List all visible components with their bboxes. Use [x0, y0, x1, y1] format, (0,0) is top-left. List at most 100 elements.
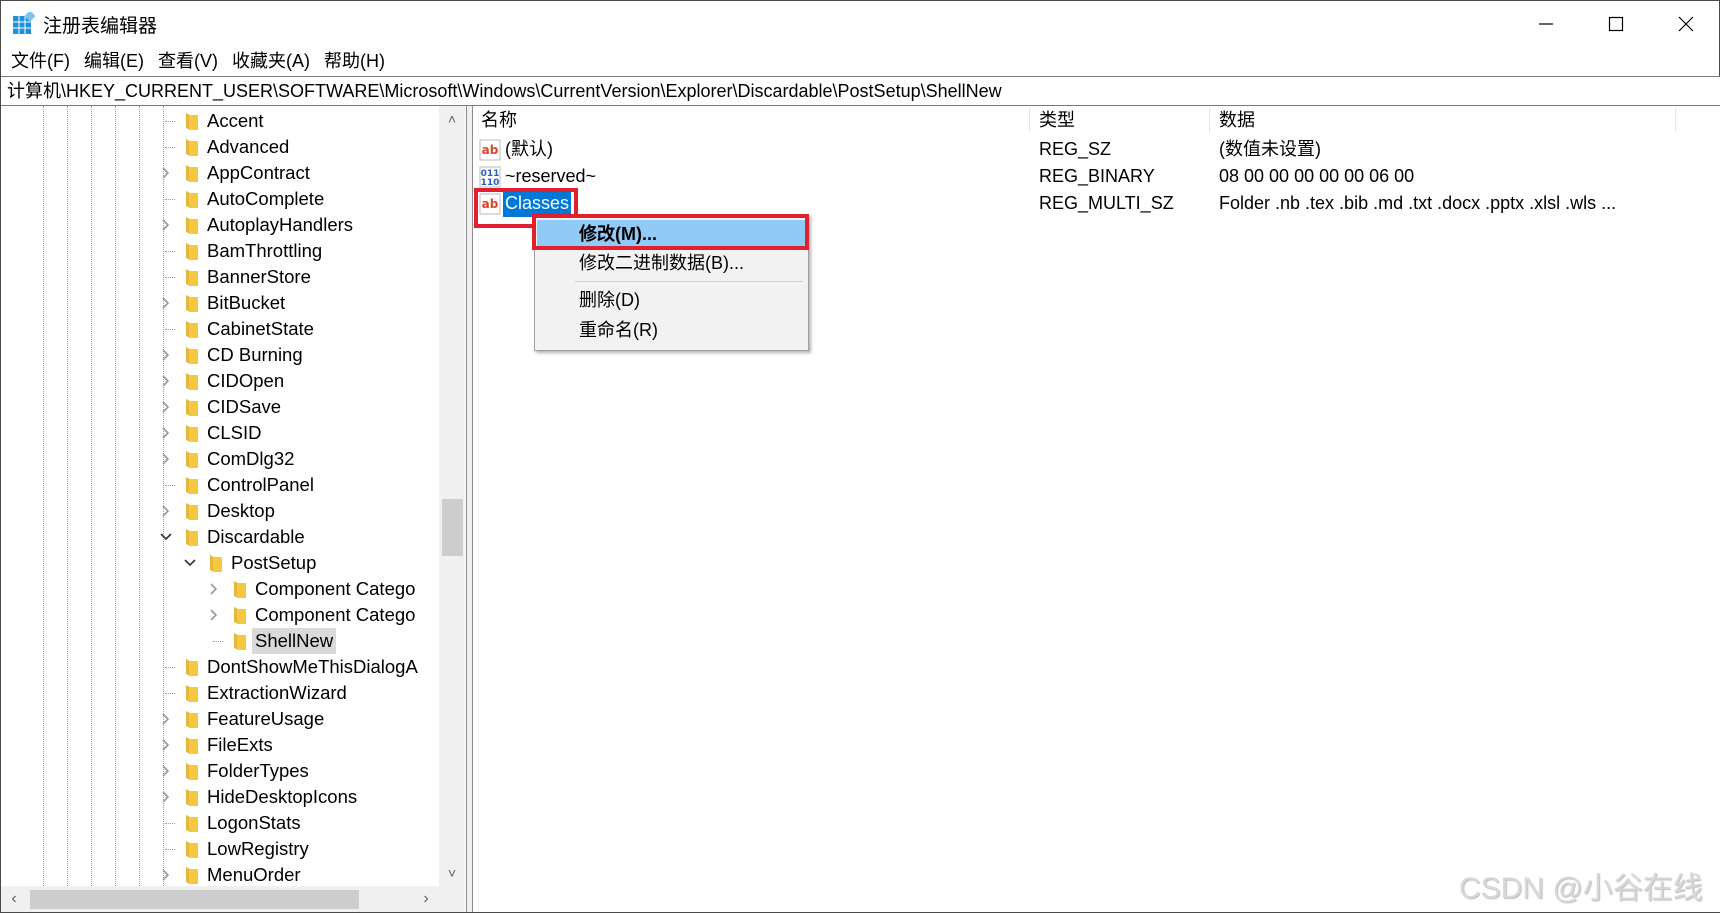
column-header-name[interactable]: 名称 — [473, 106, 517, 134]
chevron-right-icon[interactable] — [159, 420, 173, 446]
folder-icon — [186, 711, 198, 728]
tree-item-label: MenuOrder — [207, 864, 301, 885]
tree-item[interactable]: LowRegistry — [1, 836, 439, 862]
tree-item-label: BannerStore — [207, 266, 311, 287]
scroll-down-icon[interactable]: ˅ — [439, 860, 465, 886]
column-header-data[interactable]: 数据 — [1211, 106, 1255, 134]
folder-icon — [186, 659, 198, 676]
address-bar[interactable]: 计算机\HKEY_CURRENT_USER\SOFTWARE\Microsoft… — [1, 76, 1720, 106]
value-row[interactable]: ab Classes REG_MULTI_SZ Folder .nb .tex .bi… — [473, 190, 1720, 217]
tree-vertical-scroll-thumb[interactable] — [442, 499, 463, 556]
tree-item[interactable]: MenuOrder — [1, 862, 439, 888]
tree-item[interactable]: AppContract — [1, 160, 439, 186]
tree-connector — [165, 251, 175, 252]
tree-item[interactable]: CIDSave — [1, 394, 439, 420]
chevron-right-icon[interactable] — [207, 576, 221, 602]
tree-item[interactable]: CLSID — [1, 420, 439, 446]
tree-item[interactable]: ExtractionWizard — [1, 680, 439, 706]
value-row[interactable]: ab (默认) REG_SZ (数值未设置) — [473, 136, 1720, 163]
chevron-right-icon[interactable] — [159, 732, 173, 758]
chevron-right-icon[interactable] — [159, 498, 173, 524]
tree-item[interactable]: Component Catego — [1, 576, 439, 602]
scroll-right-icon[interactable]: › — [413, 886, 439, 912]
menu-edit[interactable]: 编辑(E) — [82, 46, 150, 75]
tree-item[interactable]: Component Catego — [1, 602, 439, 628]
tree-horizontal-scroll-thumb[interactable] — [30, 890, 359, 909]
column-header-type[interactable]: 类型 — [1031, 106, 1075, 134]
tree-item[interactable]: AutoplayHandlers — [1, 212, 439, 238]
tree-item-label: LogonStats — [207, 812, 301, 833]
folder-icon — [186, 763, 198, 780]
tree-item[interactable]: BamThrottling — [1, 238, 439, 264]
tree-item[interactable]: ComDlg32 — [1, 446, 439, 472]
tree-item[interactable]: Desktop — [1, 498, 439, 524]
tree-connector — [165, 147, 175, 148]
menu-favorites[interactable]: 收藏夹(A) — [230, 46, 316, 75]
folder-icon — [186, 373, 198, 390]
context-menu-modify-binary[interactable]: 修改二进制数据(B)... — [537, 249, 806, 277]
tree-vertical-scrollbar[interactable]: ˄ ˅ — [439, 106, 465, 886]
tree-item[interactable]: AutoComplete — [1, 186, 439, 212]
chevron-right-icon[interactable] — [159, 758, 173, 784]
folder-icon — [186, 191, 198, 208]
context-menu-delete[interactable]: 删除(D) — [537, 286, 806, 314]
tree-item[interactable]: Accent — [1, 108, 439, 134]
context-menu-rename[interactable]: 重命名(R) — [537, 316, 806, 344]
close-button[interactable] — [1651, 1, 1720, 46]
chevron-right-icon[interactable] — [159, 290, 173, 316]
maximize-button[interactable] — [1581, 1, 1651, 46]
column-separator[interactable] — [1209, 108, 1210, 132]
chevron-right-icon[interactable] — [207, 602, 221, 628]
tree-item[interactable]: FileExts — [1, 732, 439, 758]
chevron-down-icon[interactable] — [183, 550, 197, 576]
folder-icon — [186, 867, 198, 884]
tree-item[interactable]: CabinetState — [1, 316, 439, 342]
chevron-right-icon[interactable] — [159, 706, 173, 732]
column-separator[interactable] — [1675, 108, 1676, 132]
value-row[interactable]: 011 110 ~reserved~ REG_BINARY 08 00 00 00 00… — [473, 163, 1720, 190]
folder-icon — [186, 243, 198, 260]
tree-item[interactable]: FolderTypes — [1, 758, 439, 784]
chevron-right-icon[interactable] — [159, 368, 173, 394]
tree-item[interactable]: FeatureUsage — [1, 706, 439, 732]
chevron-right-icon[interactable] — [159, 394, 173, 420]
context-menu: 修改(M)... 修改二进制数据(B)... 删除(D) 重命名(R) — [534, 214, 809, 351]
context-menu-modify[interactable]: 修改(M)... — [537, 220, 806, 248]
chevron-right-icon[interactable] — [159, 160, 173, 186]
tree-item[interactable]: BitBucket — [1, 290, 439, 316]
tree-item-label: Accent — [207, 110, 264, 131]
tree-item[interactable]: LogonStats — [1, 810, 439, 836]
tree-item[interactable]: Advanced — [1, 134, 439, 160]
column-separator[interactable] — [1029, 108, 1030, 132]
menu-help[interactable]: 帮助(H) — [322, 46, 391, 75]
tree-item[interactable]: CD Burning — [1, 342, 439, 368]
folder-icon — [186, 165, 198, 182]
tree-item[interactable]: DontShowMeThisDialogA — [1, 654, 439, 680]
registry-editor-window: 注册表编辑器 文件(F) 编辑(E) 查看(V) 收藏夹(A) 帮助(H) 计算… — [0, 0, 1720, 913]
chevron-right-icon[interactable] — [159, 784, 173, 810]
chevron-down-icon[interactable] — [159, 524, 173, 550]
tree-connector — [165, 329, 175, 330]
minimize-button[interactable] — [1511, 1, 1581, 46]
folder-icon — [186, 789, 198, 806]
folder-icon — [186, 503, 198, 520]
tree-item[interactable]: PostSetup — [1, 550, 439, 576]
tree-item[interactable]: ControlPanel — [1, 472, 439, 498]
scrollbar-corner — [439, 886, 465, 912]
tree-horizontal-scrollbar[interactable]: ‹ › — [1, 886, 439, 912]
chevron-right-icon[interactable] — [159, 446, 173, 472]
menu-file[interactable]: 文件(F) — [9, 46, 76, 75]
tree-item[interactable]: Discardable — [1, 524, 439, 550]
chevron-right-icon[interactable] — [159, 862, 173, 888]
menu-view[interactable]: 查看(V) — [156, 46, 224, 75]
scroll-up-icon[interactable]: ˄ — [439, 106, 465, 132]
tree-item[interactable]: BannerStore — [1, 264, 439, 290]
tree-item[interactable]: CIDOpen — [1, 368, 439, 394]
scroll-left-icon[interactable]: ‹ — [1, 886, 27, 912]
tree-item[interactable]: ShellNew — [1, 628, 439, 654]
value-type: REG_BINARY — [1039, 166, 1155, 186]
chevron-right-icon[interactable] — [159, 342, 173, 368]
tree-item[interactable]: HideDesktopIcons — [1, 784, 439, 810]
folder-icon — [186, 529, 198, 546]
chevron-right-icon[interactable] — [159, 212, 173, 238]
